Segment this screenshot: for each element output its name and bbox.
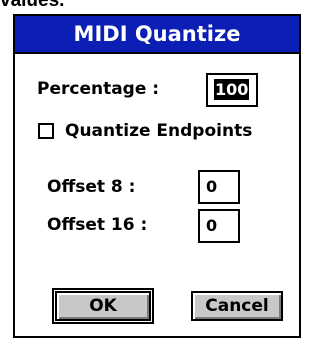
ok-button[interactable]: OK xyxy=(52,288,154,324)
offset8-value: 0 xyxy=(206,177,218,196)
offset16-input[interactable]: 0 xyxy=(198,209,240,243)
offset8-label: Offset 8 : xyxy=(47,177,136,197)
quantize-endpoints-checkbox[interactable] xyxy=(38,123,54,139)
percentage-value: 100 xyxy=(214,79,250,100)
percentage-input[interactable]: 100 xyxy=(206,73,258,107)
midi-quantize-dialog: MIDI Quantize Percentage : 100 Quantize … xyxy=(13,14,301,338)
percentage-label: Percentage : xyxy=(37,79,160,99)
background-text: values. xyxy=(0,0,65,11)
cancel-button[interactable]: Cancel xyxy=(191,291,283,321)
offset16-value: 0 xyxy=(206,216,218,235)
dialog-title[interactable]: MIDI Quantize xyxy=(15,16,299,54)
offset8-input[interactable]: 0 xyxy=(198,170,240,204)
offset16-label: Offset 16 : xyxy=(47,215,148,235)
quantize-endpoints-label[interactable]: Quantize Endpoints xyxy=(65,120,252,142)
background-text-fragment: values. xyxy=(0,0,120,12)
